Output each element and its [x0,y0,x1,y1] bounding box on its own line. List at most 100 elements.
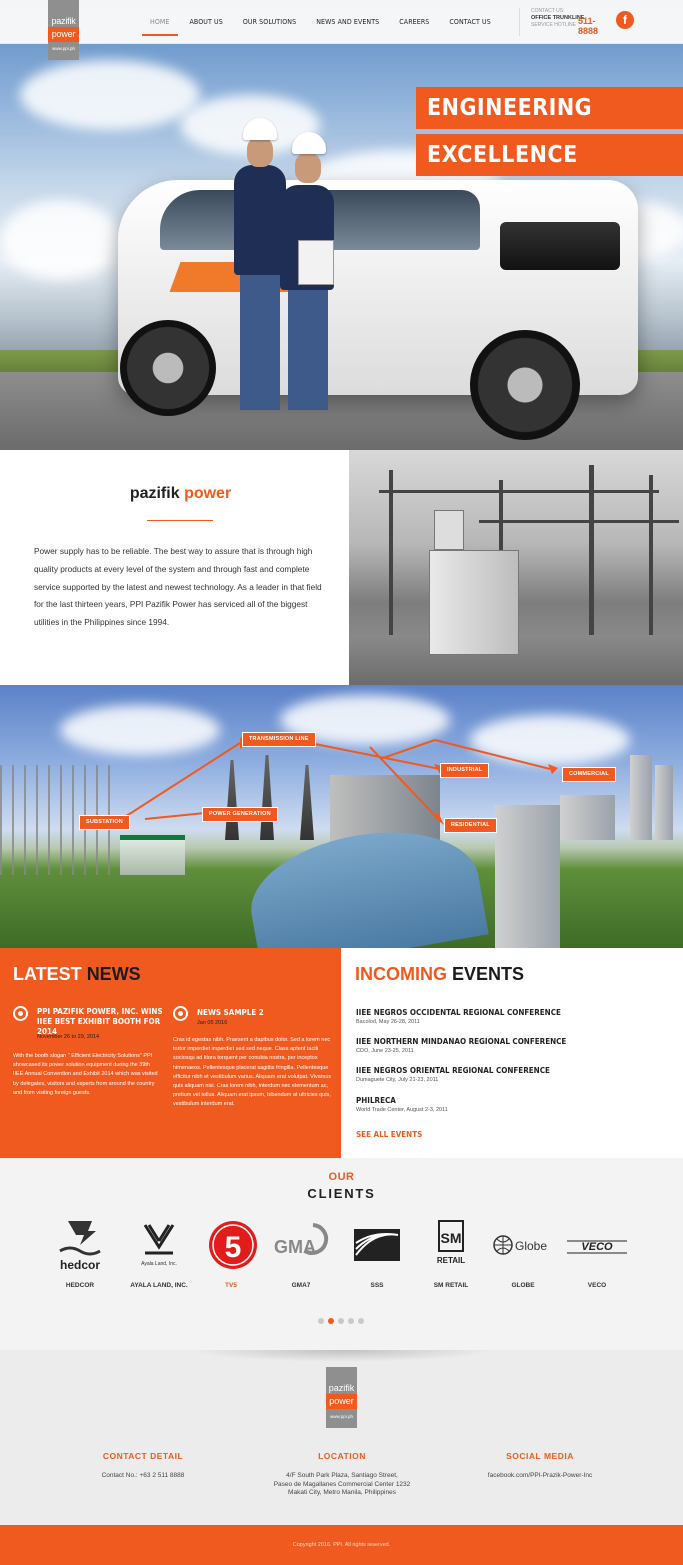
sss-logo-icon [342,1215,412,1275]
footer-social-column: SOCIAL MEDIA facebook.com/PPI-Prazik-Pow… [450,1451,630,1481]
label-transmission-line: TRANSMISSION LINE [242,732,316,747]
facebook-icon[interactable]: f [616,11,634,29]
news-item-title[interactable]: NEWS SAMPLE 2 [197,1008,327,1018]
news-bullet-icon [13,1006,28,1021]
footer-logo[interactable]: pazifik power www.ppi.ph [326,1367,357,1428]
footer-contact-heading: CONTACT DETAIL [102,1451,184,1461]
client-name: GMA7 [291,1282,311,1289]
label-substation: SUBSTATION [79,815,130,830]
about-title-part2: power [184,485,232,502]
client-name: TV5 [225,1282,237,1289]
news-heading: LATEST NEWS [13,964,141,985]
carousel-dot[interactable] [358,1318,364,1324]
footer-location-value: 4/F South Park Plaza, Santiago Street, P… [252,1472,432,1498]
footer-contact-column: CONTACT DETAIL Contact No.: +63 2 511 88… [53,1451,233,1481]
carousel-dot[interactable] [348,1318,354,1324]
footer-location-column: LOCATION 4/F South Park Plaza, Santiago … [252,1451,432,1498]
client-sm-retail[interactable]: SM RETAIL SM RETAIL [416,1215,486,1295]
footer-facebook-link[interactable]: facebook.com/PPI-Prazik-Power-Inc [450,1472,630,1481]
client-veco[interactable]: VECO VECO [562,1215,632,1295]
nav-about-us[interactable]: ABOUT US [180,0,233,44]
office-trunkline-label: OFFICE TRUNKLINE [531,15,585,21]
event-title: IIEE NEGROS OCCIDENTAL REGIONAL CONFEREN… [356,1008,561,1017]
event-title: IIEE NEGROS ORIENTAL REGIONAL CONFERENCE [356,1066,550,1075]
copyright-bar: Copyright 2016. PPI. All rights reserved… [0,1525,683,1565]
client-name: SM RETAIL [433,1282,469,1289]
event-detail: Dumaguete City, July 21-23, 2011 [356,1077,439,1083]
site-logo[interactable]: pazifik power www.ppi.ph [48,0,79,60]
sm-logo-text: SM [441,1230,462,1246]
footer-logo-url: www.ppi.ph [329,1414,353,1419]
news-item-date: Jan 05 2016 [197,1020,228,1026]
substation-image [349,450,683,685]
event-item[interactable]: PHILRECA World Trade Center, August 2-3,… [356,1096,448,1114]
ayala-land-logo-icon: Ayala Land, Inc. [124,1215,194,1275]
nav-contact-us[interactable]: CONTACT US [439,0,500,44]
event-item[interactable]: IIEE NORTHERN MINDANAO REGIONAL CONFEREN… [356,1037,566,1055]
tv5-logo-icon: 5 [196,1215,266,1275]
service-hotline-label: SERVICE HOTLINE [531,22,576,28]
about-title: pazifik power [0,485,361,503]
about-body: Power supply has to be reliable. The bes… [34,546,322,628]
nav-careers[interactable]: CAREERS [389,0,439,44]
about-title-part1: pazifik [129,485,180,502]
nav-home[interactable]: HOME [140,0,180,44]
news-item-body: Cras id egestas nibh. Praesent a dapibus… [173,1037,332,1108]
event-detail: Bacolod, May 26-28, 2011 [356,1019,420,1025]
hero-headline-line1: ENGINEERING [416,87,683,129]
incoming-events-section: INCOMING EVENTS IIEE NEGROS OCCIDENTAL R… [341,948,683,1158]
footer-logo-word-power: power [326,1394,357,1409]
footer-social-heading: SOCIAL MEDIA [506,1451,574,1461]
label-industrial: INDUSTRIAL [440,763,490,778]
gma7-logo-icon: GMA [266,1215,336,1275]
event-detail: World Trade Center, August 2-3, 2011 [356,1107,448,1113]
carousel-dot-active[interactable] [328,1318,334,1324]
logo-word-power: power [48,27,79,42]
events-heading: INCOMING EVENTS [355,964,524,985]
nav-news-and-events[interactable]: NEWS AND EVENTS [306,0,389,44]
client-ayala-land[interactable]: Ayala Land, Inc. AYALA LAND, INC. [124,1215,194,1295]
footer-location-heading: LOCATION [318,1451,366,1461]
latest-news-section: LATEST NEWS PPI PAZIFIK POWER, INC. WINS… [0,948,341,1158]
event-item[interactable]: IIEE NEGROS OCCIDENTAL REGIONAL CONFEREN… [356,1008,561,1026]
hedcor-logo-text: hedcor [60,1258,100,1272]
footer-contact-value: Contact No.: +63 2 511 8888 [101,1472,185,1479]
client-name: SSS [370,1282,384,1289]
news-item-title[interactable]: PPI PAZIFIK POWER, INC. WINS IIEE BEST E… [37,1007,167,1037]
event-item[interactable]: IIEE NEGROS ORIENTAL REGIONAL CONFERENCE… [356,1066,550,1084]
news-heading-part2: NEWS [86,964,141,984]
event-title: IIEE NORTHERN MINDANAO REGIONAL CONFEREN… [356,1037,567,1046]
hero-banner: ENGINEERING EXCELLENCE [0,0,683,450]
client-gma7[interactable]: GMA GMA7 [266,1215,336,1295]
client-globe[interactable]: Globe GLOBE [488,1215,558,1295]
veco-logo-text: VECO [581,1241,613,1253]
about-title-divider [147,520,213,521]
veco-logo-icon: VECO [562,1215,632,1275]
logo-url: www.ppi.ph [51,46,75,51]
ayala-logo-text: Ayala Land, Inc. [141,1261,177,1267]
contact-number: 511-8888 [578,16,599,36]
globe-logo-icon: Globe [488,1215,558,1275]
site-header: HOME ABOUT US OUR SOLUTIONS NEWS AND EVE… [0,0,683,44]
see-all-events-link[interactable]: SEE ALL EVENTS [356,1130,422,1139]
carousel-dot[interactable] [338,1318,344,1324]
clients-heading-part2: CLIENTS [307,1186,376,1201]
main-nav: HOME ABOUT US OUR SOLUTIONS NEWS AND EVE… [140,0,501,44]
news-heading-part1: LATEST [13,964,82,984]
hero-headline-line2: EXCELLENCE [416,134,683,176]
svg-text:RETAIL: RETAIL [437,1256,465,1265]
news-bullet-icon [173,1006,188,1021]
carousel-dot[interactable] [318,1318,324,1324]
globe-logo-text: Globe [515,1239,547,1253]
client-tv5[interactable]: 5 TV5 [196,1215,266,1295]
client-name: HEDCOR [65,1282,95,1289]
events-heading-part2: EVENTS [452,964,525,984]
event-title: PHILRECA [356,1096,396,1105]
clients-carousel-dots [318,1318,364,1324]
gma-logo-text: GMA [274,1237,316,1257]
sm-retail-logo-icon: SM RETAIL [416,1215,486,1275]
client-sss[interactable]: SSS [342,1215,412,1295]
nav-our-solutions[interactable]: OUR SOLUTIONS [233,0,306,44]
event-detail: CDO, June 23-25, 2011 [356,1048,414,1054]
client-hedcor[interactable]: hedcor HEDCOR [45,1215,115,1295]
